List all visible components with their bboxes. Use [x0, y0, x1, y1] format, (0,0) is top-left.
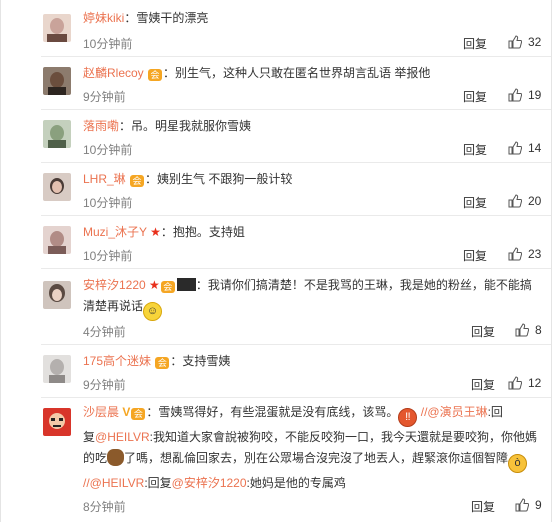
comment-time: 8分钟前 — [83, 500, 126, 514]
username-link[interactable]: 沙层晨 — [83, 405, 119, 419]
smile-emoji-icon: ☺ — [143, 302, 163, 321]
username-link[interactable]: 婷妹kiki — [83, 11, 124, 25]
comment-text: ：雪姨骂得好，有些混蛋就是没有底线，该骂。 — [146, 405, 399, 419]
member-badge-icon: 会 — [131, 408, 146, 420]
avatar[interactable] — [43, 67, 71, 95]
comment-text: ：我请你们搞清楚！不是我骂的王琳，我是她的粉丝，能不能搞 — [195, 278, 532, 292]
username-link[interactable]: Muzi_沐子Y — [83, 225, 147, 239]
comment-text: :回 — [487, 405, 503, 419]
reply-button[interactable]: 回复 — [463, 194, 487, 211]
comment-item: 沙层晨 V 会：雪姨骂得好，有些混蛋就是没有底线，该骂。 ‼ //@演员王琳:回 复… — [1, 398, 551, 522]
dark-sticker-icon — [176, 278, 196, 291]
username-link[interactable]: 落雨嘞 — [83, 119, 119, 133]
member-badge-icon: 会 — [160, 281, 175, 293]
like-count: 14 — [528, 141, 542, 155]
comment-text: ：姨别生气 不跟狗一般计较 — [145, 172, 293, 186]
reply-button[interactable]: 回复 — [471, 376, 495, 393]
comment-time: 10分钟前 — [83, 196, 133, 210]
comment-text: ：吊。明星我就服你雪姨 — [119, 119, 252, 133]
reply-button[interactable]: 回复 — [463, 247, 487, 264]
thumbs-up-icon[interactable] — [508, 141, 522, 155]
comment-item: 婷妹kiki：雪姨干的漂亮 10分钟前 回复 32 — [1, 0, 551, 57]
reply-button[interactable]: 回复 — [471, 498, 495, 515]
member-badge-icon: 会 — [155, 357, 170, 369]
comment-text: ：支持雪姨 — [170, 354, 231, 368]
like-count: 12 — [528, 376, 542, 390]
comment-text: 复 — [83, 430, 96, 444]
angry-face-emoji-icon: ò — [508, 454, 528, 473]
member-badge-icon: 会 — [130, 175, 145, 187]
comment-text: 清楚再说话 — [83, 299, 144, 313]
thumbs-up-icon[interactable] — [515, 323, 529, 337]
thumbs-up-icon[interactable] — [508, 194, 522, 208]
comment-list: 婷妹kiki：雪姨干的漂亮 10分钟前 回复 32 赵麟Rlecoy 会：别生气… — [0, 0, 552, 522]
verified-v-icon: V — [122, 405, 131, 419]
member-badge-icon: 会 — [148, 69, 163, 81]
like-count: 23 — [528, 247, 542, 261]
username-link[interactable]: 175高个迷妹 — [83, 354, 151, 368]
comment-item: 落雨嘞：吊。明星我就服你雪姨 10分钟前 回复 14 — [1, 110, 551, 163]
thumbs-up-icon[interactable] — [508, 35, 522, 49]
thumbs-up-icon[interactable] — [508, 247, 522, 261]
comment-text: ：雪姨干的漂亮 — [124, 11, 209, 25]
username-link[interactable]: 赵麟Rlecoy — [83, 66, 144, 80]
thumbs-up-icon[interactable] — [515, 498, 529, 512]
comment-time: 9分钟前 — [83, 378, 126, 392]
reply-button[interactable]: 回复 — [463, 141, 487, 158]
comment-text: :我知道大家會說被狗咬，不能反咬狗一口，我今天還就是要咬狗，你他媽 — [149, 430, 537, 444]
comment-item: Muzi_沐子Y ★：抱抱。支持姐 10分钟前 回复 23 — [1, 216, 551, 269]
avatar[interactable] — [43, 14, 71, 42]
comment-item: 175高个迷妹 会：支持雪姨 9分钟前 回复 12 — [1, 345, 551, 398]
comment-text: 了嗎，想亂倫回家去，別在公眾場合沒完沒了地丟人，趕緊滾你這個智障 — [124, 451, 509, 465]
star-icon: ★ — [149, 278, 160, 292]
comment-text: ：抱抱。支持姐 — [160, 225, 245, 239]
comment-time: 10分钟前 — [83, 249, 133, 263]
reply-button[interactable]: 回复 — [463, 35, 487, 52]
mention-link[interactable]: @HEILVR — [95, 430, 150, 444]
poop-emoji-icon — [107, 449, 125, 466]
like-count: 20 — [528, 194, 542, 208]
like-count: 32 — [528, 35, 542, 49]
like-count: 9 — [535, 498, 542, 512]
mention-link[interactable]: //@HEILVR — [83, 476, 144, 490]
comment-time: 4分钟前 — [83, 325, 126, 339]
star-icon: ★ — [150, 225, 161, 239]
like-count: 19 — [528, 88, 542, 102]
avatar[interactable] — [43, 355, 71, 383]
comment-text: ：别生气，这种人只敢在匿名世界胡言乱语 举报他 — [163, 66, 431, 80]
avatar[interactable] — [43, 226, 71, 254]
comment-item: 安梓汐1220 ★ 会 ：我请你们搞清楚！不是我骂的王琳，我是她的粉丝，能不能搞 清… — [1, 269, 551, 345]
mention-link[interactable]: //@演员王琳 — [421, 405, 488, 419]
avatar[interactable] — [43, 173, 71, 201]
reply-button[interactable]: 回复 — [471, 323, 495, 340]
comment-text: :她妈是他的专属鸡 — [246, 476, 346, 490]
like-count: 8 — [535, 323, 542, 337]
avatar[interactable] — [43, 408, 71, 436]
comment-time: 10分钟前 — [83, 143, 133, 157]
angry-emoji-icon: ‼ — [398, 408, 418, 427]
thumbs-up-icon[interactable] — [508, 88, 522, 102]
avatar[interactable] — [43, 281, 71, 309]
comment-item: 赵麟Rlecoy 会：别生气，这种人只敢在匿名世界胡言乱语 举报他 9分钟前 回… — [1, 57, 551, 110]
mention-link[interactable]: @安梓汐1220 — [172, 476, 247, 490]
reply-button[interactable]: 回复 — [463, 88, 487, 105]
username-link[interactable]: 安梓汐1220 — [83, 278, 146, 292]
username-link[interactable]: LHR_琳 — [83, 172, 126, 186]
avatar[interactable] — [43, 120, 71, 148]
comment-item: LHR_琳 会：姨别生气 不跟狗一般计较 10分钟前 回复 20 — [1, 163, 551, 216]
comment-text: :回复 — [144, 476, 172, 490]
comment-time: 10分钟前 — [83, 37, 133, 51]
thumbs-up-icon[interactable] — [508, 376, 522, 390]
comment-text: 的吃 — [83, 451, 108, 465]
comment-time: 9分钟前 — [83, 90, 126, 104]
